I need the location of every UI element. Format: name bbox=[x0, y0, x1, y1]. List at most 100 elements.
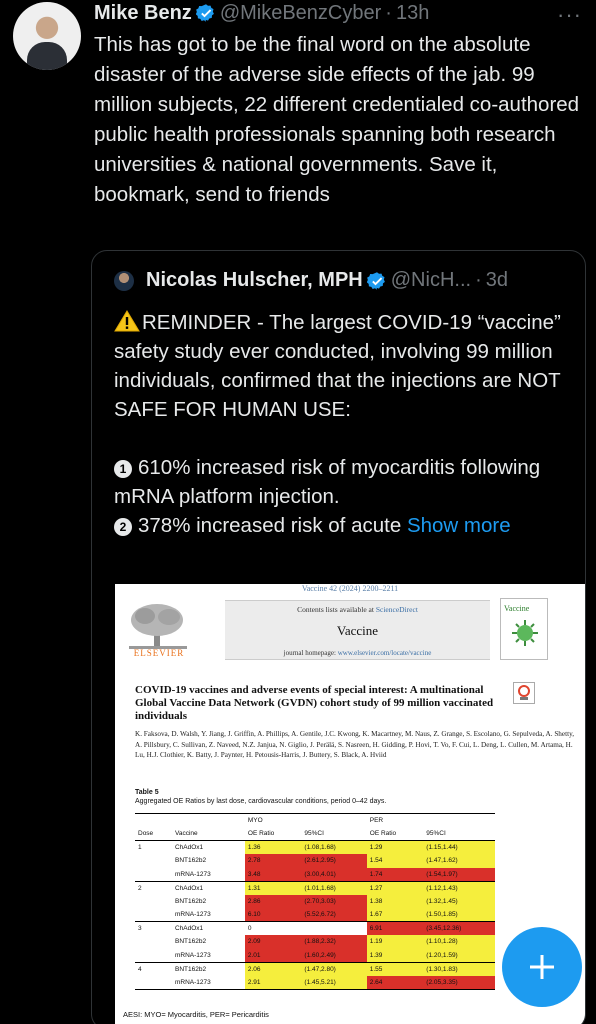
point-two: 2 378% increased risk of acute Show more bbox=[114, 511, 584, 540]
separator: · bbox=[475, 269, 482, 291]
per-oe-cell: 1.27 bbox=[366, 880, 424, 895]
myo-ci-cell: (2.70,3.03) bbox=[301, 894, 367, 908]
quoted-author-handle: @NicH... bbox=[390, 269, 472, 291]
vaccine-cell: mRNA-1273 bbox=[174, 911, 211, 918]
dose-cell: 2 bbox=[135, 880, 172, 895]
keycap-one-icon: 1 bbox=[114, 460, 132, 478]
myo-ci-cell: (1.60,2.49) bbox=[301, 948, 367, 962]
per-ci-cell: (1.20,1.59) bbox=[423, 948, 495, 962]
journal-cover-thumbnail: Vaccine bbox=[500, 598, 548, 660]
myo-ci-cell: (2.61,2.95) bbox=[301, 854, 367, 868]
table-row: BNT162b2 2.09 (1.88,2.32) 1.19 (1.10,1.28) bbox=[135, 935, 495, 949]
per-oe-cell: 1.39 bbox=[366, 948, 424, 962]
check-for-updates-icon bbox=[513, 682, 535, 704]
myo-oe-cell: 2.06 bbox=[244, 961, 302, 976]
tweet-text: This has got to be the final word on the… bbox=[94, 33, 580, 206]
table-row: mRNA-1273 2.01 (1.60,2.49) 1.39 (1.20,1.59) bbox=[135, 948, 495, 963]
dose-cell bbox=[135, 975, 172, 990]
myo-oe-cell: 3.48 bbox=[244, 867, 302, 881]
myo-ci-cell: (1.08,1.68) bbox=[301, 840, 367, 854]
oe-ratio-table: MYO PER Dose Vaccine OE Ratio 95%CI OE R… bbox=[135, 813, 495, 990]
journal-homepage: journal homepage: www.elsevier.com/locat… bbox=[283, 649, 432, 657]
vaccine-cell: ChAdOx1 bbox=[171, 921, 245, 935]
dose-cell: 3 bbox=[135, 921, 172, 935]
myo-oe-cell: 2.01 bbox=[244, 948, 302, 962]
per-ci-cell: (1.47,1.62) bbox=[423, 854, 495, 868]
table-row: mRNA-1273 3.48 (3.00,4.01) 1.74 (1.54,1.97) bbox=[135, 867, 495, 882]
per-ci-cell: (1.32,1.45) bbox=[423, 894, 495, 908]
table-footnote: AESI: MYO= Myocarditis, PER= Pericarditi… bbox=[123, 1010, 269, 1019]
column-header: Dose bbox=[135, 827, 172, 841]
author-avatar[interactable] bbox=[13, 2, 81, 70]
column-header: Vaccine bbox=[171, 827, 245, 841]
vaccine-cell: mRNA-1273 bbox=[174, 870, 211, 878]
vaccine-cell: BNT162b2 bbox=[174, 897, 207, 905]
per-ci-cell: (3.45,12.36) bbox=[423, 921, 495, 935]
myo-oe-cell: 2.91 bbox=[244, 975, 302, 990]
point-one: 1 610% increased risk of myocarditis foll… bbox=[114, 453, 584, 511]
journal-citation-line: Vaccine 42 (2024) 2200–2211 bbox=[301, 584, 399, 593]
plus-icon bbox=[530, 955, 554, 979]
per-oe-cell: 6.91 bbox=[366, 921, 424, 935]
tweet-timestamp[interactable]: 13h bbox=[396, 2, 429, 25]
quoted-tweet[interactable]: Nicolas Hulscher, MPH @NicH... · 3d REMI… bbox=[91, 250, 586, 1024]
journal-header-box: Contents lists available at ScienceDirec… bbox=[225, 600, 490, 660]
myo-ci-cell: (1.47,2.80) bbox=[301, 961, 367, 976]
per-oe-cell: 1.29 bbox=[366, 840, 424, 854]
myo-ci-cell bbox=[301, 921, 367, 935]
table-row: 1 ChAdOx1 1.36 (1.08,1.68) 1.29 (1.15,1.44) bbox=[135, 840, 495, 854]
point-one-text: 610% increased risk of myocarditis follo… bbox=[114, 456, 541, 508]
vaccine-cell: BNT162b2 bbox=[171, 961, 245, 976]
table-row: 2 ChAdOx1 1.31 (1.01,1.68) 1.27 (1.12,1.43) bbox=[135, 880, 495, 895]
author-handle[interactable]: @MikeBenzCyber bbox=[220, 2, 381, 25]
group-header-per: PER bbox=[366, 813, 495, 827]
column-header: OE Ratio bbox=[244, 827, 302, 841]
dose-cell bbox=[135, 908, 172, 922]
vaccine-cell: BNT162b2 bbox=[174, 857, 207, 865]
per-ci-cell: (1.50,1.85) bbox=[423, 908, 495, 922]
myo-ci-cell: (1.45,5.21) bbox=[301, 975, 367, 990]
myo-ci-cell: (5.52,6.72) bbox=[301, 908, 367, 922]
column-header: 95%CI bbox=[423, 827, 495, 841]
vaccine-cell: ChAdOx1 bbox=[174, 844, 204, 851]
keycap-two-icon: 2 bbox=[114, 518, 132, 536]
per-oe-cell: 1.38 bbox=[366, 894, 424, 908]
per-ci-cell: (1.54,1.97) bbox=[423, 867, 495, 881]
paper-title: COVID-19 vaccines and adverse events of … bbox=[135, 684, 494, 722]
dose-cell: 4 bbox=[135, 961, 172, 976]
virus-icon bbox=[512, 620, 538, 646]
quoted-author-avatar bbox=[114, 270, 134, 291]
table-label: Table 5 bbox=[135, 789, 159, 796]
vaccine-cell: ChAdOx1 bbox=[171, 880, 245, 895]
per-oe-cell: 1.67 bbox=[366, 908, 424, 922]
show-more-link[interactable]: Show more bbox=[407, 514, 511, 537]
per-oe-cell: 1.19 bbox=[366, 935, 424, 949]
compose-button[interactable] bbox=[502, 927, 582, 1007]
author-name[interactable]: Mike Benz bbox=[94, 2, 192, 25]
separator: · bbox=[385, 1, 392, 24]
column-header: 95%CI bbox=[301, 827, 367, 841]
per-oe-cell: 1.55 bbox=[366, 961, 424, 976]
myo-oe-cell: 0 bbox=[244, 921, 302, 935]
vaccine-cell: BNT162b2 bbox=[174, 938, 207, 946]
cover-title: Vaccine bbox=[504, 604, 530, 613]
table-row: BNT162b2 2.78 (2.61,2.95) 1.54 (1.47,1.62) bbox=[135, 854, 495, 868]
point-two-text: 378% increased risk of acute bbox=[138, 514, 402, 537]
quoted-timestamp: 3d bbox=[485, 269, 508, 291]
per-oe-cell: 1.54 bbox=[366, 854, 424, 868]
myo-ci-cell: (1.01,1.68) bbox=[301, 880, 367, 895]
dose-cell bbox=[135, 935, 172, 949]
per-oe-cell: 2.64 bbox=[366, 975, 424, 990]
verified-badge-icon bbox=[195, 4, 214, 22]
column-header: OE Ratio bbox=[366, 827, 424, 841]
more-options-icon[interactable]: ··· bbox=[557, 2, 582, 28]
dose-cell bbox=[135, 949, 172, 963]
reminder-paragraph: REMINDER - The largest COVID-19 “vaccine… bbox=[114, 308, 584, 424]
table-body: 1 ChAdOx1 1.36 (1.08,1.68) 1.29 (1.15,1.44) BN… bbox=[135, 840, 495, 990]
per-ci-cell: (1.12,1.43) bbox=[423, 880, 495, 895]
myo-oe-cell: 2.86 bbox=[244, 894, 302, 908]
table-row: mRNA-1273 6.10 (5.52,6.72) 1.67 (1.50,1.85) bbox=[135, 908, 495, 922]
quoted-tweet-text: REMINDER - The largest COVID-19 “vaccine… bbox=[114, 308, 584, 540]
dose-cell bbox=[135, 868, 172, 882]
myo-ci-cell: (3.00,4.01) bbox=[301, 867, 367, 881]
